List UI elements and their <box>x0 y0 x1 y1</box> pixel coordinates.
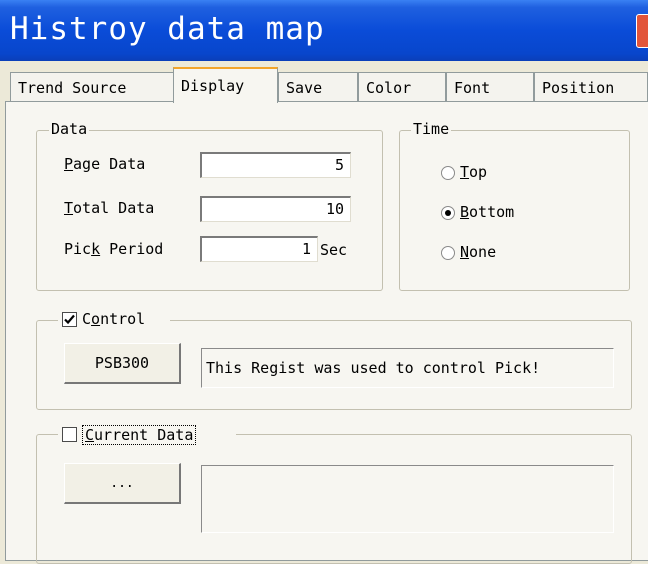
psb300-button[interactable]: PSB300 <box>64 343 181 384</box>
pick-period-input[interactable]: 1 <box>200 236 318 262</box>
tab-trend-source[interactable]: Trend Source <box>10 72 175 102</box>
browse-button[interactable]: ... <box>64 463 181 504</box>
tab-color[interactable]: Color <box>358 72 446 102</box>
tab-label: Color <box>366 78 412 97</box>
tab-font[interactable]: Font <box>446 72 534 102</box>
checkmark-icon <box>64 314 75 325</box>
pick-period-label: Pick Period <box>64 240 164 258</box>
total-data-input[interactable]: 10 <box>200 196 351 222</box>
title-bar[interactable]: Histroy data map <box>0 0 648 61</box>
window-title: Histroy data map <box>10 11 325 47</box>
data-group-legend: Data <box>49 120 90 138</box>
tab-save[interactable]: Save <box>278 72 358 102</box>
tab-display[interactable]: Display <box>173 67 278 103</box>
control-checkbox[interactable] <box>62 312 77 327</box>
time-bottom-label[interactable]: Bottom <box>460 203 514 221</box>
current-data-checkbox[interactable] <box>62 427 77 442</box>
tab-label: Save <box>286 78 323 97</box>
tab-label: Trend Source <box>18 78 127 97</box>
close-button[interactable] <box>636 14 648 48</box>
tab-position[interactable]: Position <box>534 72 648 102</box>
page-data-label: Page Data <box>64 155 146 173</box>
control-description: This Regist was used to control Pick! <box>201 348 614 388</box>
tab-label: Position <box>542 78 615 97</box>
time-top-label[interactable]: Top <box>460 163 487 181</box>
time-top-radio[interactable] <box>441 166 455 180</box>
time-bottom-radio[interactable] <box>441 206 455 220</box>
tab-label: Font <box>454 78 491 97</box>
current-data-description <box>201 465 614 533</box>
control-label[interactable]: Control <box>82 310 145 328</box>
tab-label: Display <box>181 77 245 95</box>
time-group <box>399 130 630 291</box>
radio-selected-dot <box>445 210 451 216</box>
total-data-label: Total Data <box>64 199 155 217</box>
time-none-radio[interactable] <box>441 246 455 260</box>
pick-period-unit: Sec <box>320 241 348 259</box>
page-data-input[interactable]: 5 <box>200 152 351 178</box>
current-data-label[interactable]: Current Data <box>82 425 197 445</box>
time-group-legend: Time <box>411 120 452 138</box>
time-none-label[interactable]: None <box>460 243 496 261</box>
